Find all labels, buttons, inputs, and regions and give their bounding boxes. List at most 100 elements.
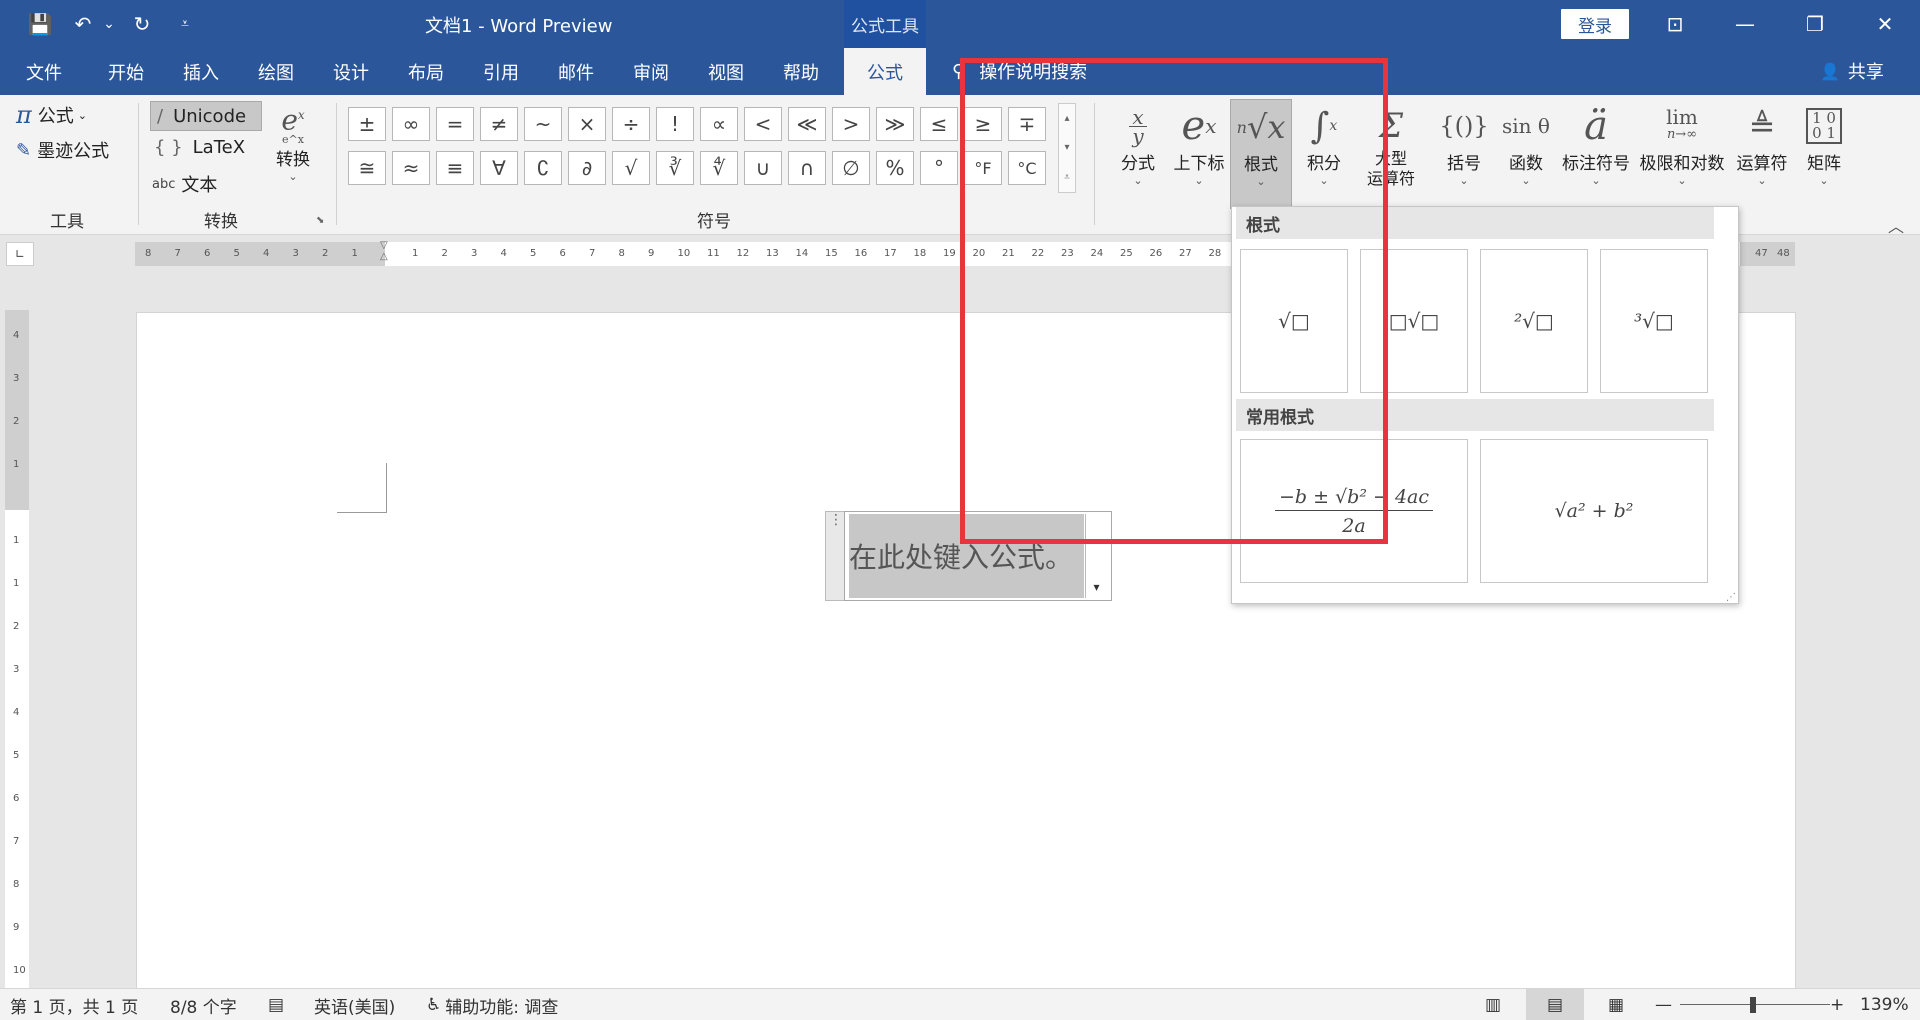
limit-log-button[interactable]: lim n→∞ 极限和对数 ⌄	[1636, 99, 1728, 209]
accent-button[interactable]: ä 标注符号 ⌄	[1558, 99, 1634, 209]
minimize-icon[interactable]: —	[1710, 0, 1780, 48]
save-icon[interactable]: 💾	[22, 0, 58, 48]
zoom-in-button[interactable]: +	[1830, 993, 1844, 1017]
symbol-button[interactable]: ÷	[612, 107, 650, 141]
square-root-degree-item[interactable]: ²√□	[1480, 249, 1588, 393]
tab-help[interactable]: 帮助	[771, 48, 831, 95]
indent-marker[interactable]: ▽ △	[380, 240, 388, 262]
tab-design[interactable]: 设计	[321, 48, 381, 95]
ink-equation-button[interactable]: ✎ 墨迹公式	[16, 137, 109, 163]
matrix-button[interactable]: 1 00 1 矩阵 ⌄	[1796, 99, 1852, 209]
language[interactable]: 英语(美国)	[314, 993, 395, 1018]
operator-icon: ≜	[1748, 107, 1776, 145]
symbol-button[interactable]: ≪	[788, 107, 826, 141]
symbol-button[interactable]: ≠	[480, 107, 518, 141]
symbol-button[interactable]: <	[744, 107, 782, 141]
ink-equation-label: 墨迹公式	[37, 141, 110, 162]
cube-root-item[interactable]: ³√□	[1600, 249, 1708, 393]
redo-icon[interactable]: ↻	[124, 0, 160, 48]
operator-button[interactable]: ≜ 运算符 ⌄	[1730, 99, 1794, 209]
text-toggle[interactable]: abc 文本	[152, 171, 217, 197]
customize-qat-icon[interactable]: ⩡	[170, 0, 200, 48]
text-label: 文本	[181, 175, 218, 196]
ruler-number: 6	[13, 793, 20, 804]
zoom-out-button[interactable]: —	[1655, 993, 1672, 1017]
page-count[interactable]: 第 1 页，共 1 页	[10, 993, 138, 1018]
ruler-number: 2	[441, 248, 448, 259]
login-button[interactable]: 登录	[1561, 9, 1629, 39]
latex-toggle[interactable]: { } LaTeX	[154, 137, 245, 158]
symbol-button[interactable]: ∞	[392, 107, 430, 141]
symbol-button[interactable]: ∜	[700, 151, 738, 185]
read-mode-icon[interactable]: ▥	[1485, 993, 1501, 1017]
vertical-ruler[interactable]: 432111234567891011	[5, 310, 29, 1019]
resize-grip-icon[interactable]: ⋰	[1726, 592, 1736, 603]
tab-references[interactable]: 引用	[471, 48, 531, 95]
tab-draw[interactable]: 绘图	[246, 48, 306, 95]
tab-equation[interactable]: 公式	[844, 48, 926, 95]
chevron-down-icon: ⌄	[1819, 174, 1829, 187]
symbol-button[interactable]: >	[832, 107, 870, 141]
symbol-button[interactable]: ∀	[480, 151, 518, 185]
symbol-button[interactable]: ≈	[392, 151, 430, 185]
tab-stop-selector[interactable]: ∟	[6, 242, 34, 266]
symbol-button[interactable]: √	[612, 151, 650, 185]
symbol-button[interactable]: ±	[348, 107, 386, 141]
symbol-button[interactable]: ∛	[656, 151, 694, 185]
zoom-slider-thumb[interactable]	[1750, 997, 1756, 1013]
symbol-button[interactable]: ≅	[348, 151, 386, 185]
restore-icon[interactable]: ❐	[1780, 0, 1850, 48]
tab-home[interactable]: 开始	[96, 48, 156, 95]
title-bar: 💾 ↶ ⌄ ↻ ⩡ 文档1 - Word Preview 公式工具 登录 ⊡ —…	[0, 0, 1920, 48]
web-layout-icon[interactable]: ▦	[1608, 993, 1624, 1017]
pythagorean-root-item[interactable]: √a² + b²	[1480, 439, 1708, 583]
chevron-down-icon: ⌄	[1459, 174, 1469, 187]
symbol-button[interactable]: %	[876, 151, 914, 185]
tab-file[interactable]: 文件	[14, 48, 74, 95]
matrix-icon: 1 00 1	[1806, 99, 1842, 153]
group-label-conversions: 转换	[204, 212, 238, 232]
tab-review[interactable]: 审阅	[621, 48, 681, 95]
symbol-button[interactable]: =	[436, 107, 474, 141]
ribbon-display-options-icon[interactable]: ⊡	[1640, 0, 1710, 48]
symbol-button[interactable]: ∪	[744, 151, 782, 185]
symbol-button[interactable]: ∩	[788, 151, 826, 185]
symbol-button[interactable]: ∂	[568, 151, 606, 185]
dialog-launcher-icon[interactable]: ⬊	[316, 215, 324, 226]
print-layout-icon[interactable]: ▤	[1526, 989, 1584, 1020]
share-button[interactable]: 👤 共享	[1820, 56, 1884, 86]
tab-layout[interactable]: 布局	[396, 48, 456, 95]
undo-icon[interactable]: ↶	[66, 0, 100, 48]
symbol-button[interactable]: ×	[568, 107, 606, 141]
symbol-button[interactable]: ∝	[700, 107, 738, 141]
zoom-level[interactable]: 139%	[1860, 993, 1909, 1017]
tab-view[interactable]: 视图	[696, 48, 756, 95]
function-button[interactable]: sin θ 函数 ⌄	[1496, 99, 1556, 209]
symbol-button[interactable]: !	[656, 107, 694, 141]
symbol-button[interactable]: ∁	[524, 151, 562, 185]
tab-insert[interactable]: 插入	[171, 48, 231, 95]
undo-dropdown-icon[interactable]: ⌄	[100, 0, 118, 48]
close-icon[interactable]: ✕	[1850, 0, 1920, 48]
margin-corner-mark	[337, 463, 387, 513]
symbol-button[interactable]: ~	[524, 107, 562, 141]
convert-icon: ex e^x	[281, 103, 305, 146]
accessibility-status[interactable]: ♿ 辅助功能: 调查	[426, 993, 558, 1018]
symbol-button[interactable]: ≡	[436, 151, 474, 185]
ruler-number: 2	[322, 248, 329, 259]
unicode-toggle[interactable]: / Unicode	[150, 101, 262, 131]
word-count[interactable]: 8/8 个字	[170, 993, 237, 1018]
equation-button[interactable]: π 公式 ⌄	[16, 101, 87, 129]
tab-mailings[interactable]: 邮件	[546, 48, 606, 95]
symbol-button[interactable]: °	[920, 151, 958, 185]
symbol-button[interactable]: ≫	[876, 107, 914, 141]
operator-label: 运算符	[1736, 154, 1788, 174]
bracket-icon: {()}	[1439, 112, 1489, 140]
bracket-button[interactable]: {()} 括号 ⌄	[1434, 99, 1494, 209]
braces-icon: { }	[154, 137, 183, 158]
collapse-ribbon-icon[interactable]: ︿	[1888, 213, 1904, 237]
symbol-button[interactable]: ∅	[832, 151, 870, 185]
convert-button[interactable]: ex e^x 转换 ⌄	[270, 99, 316, 209]
symbol-button[interactable]: ≤	[920, 107, 958, 141]
proofing-icon[interactable]: ▤	[268, 993, 284, 1017]
